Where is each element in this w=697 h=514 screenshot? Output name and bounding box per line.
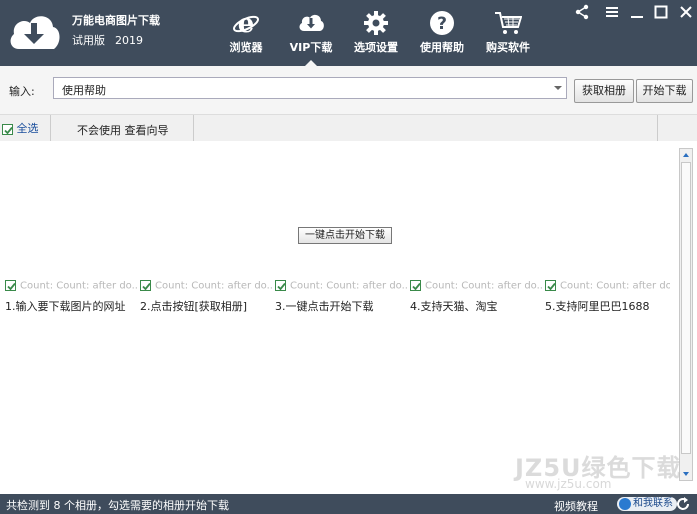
nav-buy[interactable]: 购买软件: [482, 0, 534, 66]
url-input-value: 使用帮助: [62, 84, 106, 97]
album-header: Count: Count: after do...: [5, 280, 137, 296]
one-click-download-button[interactable]: 一键点击开始下载: [298, 227, 392, 244]
nav-vip-download[interactable]: VIP下载: [287, 0, 335, 66]
maximize-icon[interactable]: [653, 4, 669, 20]
svg-text:?: ?: [437, 14, 447, 34]
album-checkbox[interactable]: [140, 280, 151, 291]
app-title: 万能电商图片下载: [72, 14, 160, 27]
album-checkbox[interactable]: [545, 280, 556, 291]
scroll-up-icon[interactable]: [681, 150, 691, 160]
fetch-album-button[interactable]: 获取相册: [574, 79, 634, 103]
album-title: 3.一键点击开始下载: [275, 300, 374, 313]
video-tutorial-link[interactable]: 视频教程: [554, 498, 598, 514]
album-item[interactable]: Count: Count: after do... 5.支持阿里巴巴1688: [545, 280, 670, 314]
nav-help[interactable]: ? 使用帮助: [417, 0, 467, 66]
nav-browser-label: 浏览器: [229, 41, 263, 54]
list-header: 全选 不会使用 查看向导: [0, 115, 697, 142]
scroll-down-icon[interactable]: [681, 469, 691, 479]
nav-options-label: 选项设置: [354, 41, 398, 54]
input-label: 输入:: [9, 85, 35, 98]
vertical-scrollbar[interactable]: [679, 148, 693, 481]
contact-label: 和我联系: [633, 498, 673, 509]
guide-link[interactable]: 不会使用 查看向导: [77, 122, 169, 138]
album-title: 5.支持阿里巴巴1688: [545, 300, 650, 313]
cloud-download-logo-icon: [10, 16, 60, 50]
album-item[interactable]: Count: Count: after do... 4.支持天猫、淘宝: [410, 280, 542, 314]
album-count-placeholder: Count: Count: after do...: [155, 280, 272, 292]
status-bar: 共检测到 8 个相册，勾选需要的相册开始下载 视频教程 和我联系: [0, 494, 697, 514]
divider: [50, 115, 51, 141]
minimize-icon[interactable]: [629, 4, 645, 20]
start-download-button[interactable]: 开始下载: [636, 79, 693, 103]
edition-label: 试用版: [72, 34, 105, 47]
title-bar: 万能电商图片下载 试用版 2019 e 浏览器 VIP下载 选项设置 ? 使用帮…: [0, 0, 697, 66]
album-title: 2.点击按钮[获取相册]: [140, 300, 248, 313]
album-checkbox[interactable]: [275, 280, 286, 291]
refresh-icon[interactable]: [675, 496, 691, 512]
album-header: Count: Count: after do...: [275, 280, 407, 296]
checkbox-icon: [2, 123, 13, 135]
album-header: Count: Count: after do...: [410, 280, 542, 296]
cart-icon: [495, 12, 522, 34]
qq-icon: [619, 498, 631, 510]
close-icon[interactable]: [678, 4, 694, 20]
album-header: Count: Count: after do...: [545, 280, 670, 296]
album-item[interactable]: Count: Count: after do... 1.输入要下载图片的网址: [5, 280, 137, 314]
album-item[interactable]: Count: Count: after do... 3.一键点击开始下载: [275, 280, 407, 314]
divider: [657, 115, 658, 141]
watermark-url: www.jz5u.com: [525, 477, 612, 491]
cloud-download-icon: [299, 14, 324, 31]
album-header: Count: Count: after do...: [140, 280, 272, 296]
scroll-thumb[interactable]: [681, 162, 691, 454]
album-count-placeholder: Count: Count: after do...: [425, 280, 542, 292]
nav-browser[interactable]: e 浏览器: [224, 0, 268, 66]
nav-options[interactable]: 选项设置: [351, 0, 401, 66]
album-title: 1.输入要下载图片的网址: [5, 300, 126, 313]
help-icon: ?: [430, 11, 454, 35]
nav-help-label: 使用帮助: [420, 41, 464, 54]
app-edition: 试用版 2019: [72, 32, 153, 48]
album-item[interactable]: Count: Count: after do... 2.点击按钮[获取相册]: [140, 280, 272, 314]
dropdown-arrow-icon[interactable]: [554, 86, 562, 90]
album-count-placeholder: Count: Count: after do...: [560, 280, 670, 292]
nav-vip-download-label: VIP下载: [289, 41, 333, 54]
nav-buy-label: 购买软件: [486, 41, 530, 54]
album-area: [0, 141, 697, 494]
album-count-placeholder: Count: Count: after do...: [290, 280, 407, 292]
album-checkbox[interactable]: [410, 280, 421, 291]
gear-icon: [364, 11, 388, 35]
album-count-placeholder: Count: Count: after do...: [20, 280, 137, 292]
album-checkbox[interactable]: [5, 280, 16, 291]
edition-year: 2019: [115, 34, 143, 47]
svg-text:e: e: [238, 9, 255, 37]
divider: [193, 115, 194, 141]
share-icon[interactable]: [574, 4, 590, 20]
select-all-label: 全选: [16, 122, 39, 135]
menu-icon[interactable]: [604, 4, 620, 20]
album-title: 4.支持天猫、淘宝: [410, 300, 498, 313]
url-input[interactable]: 使用帮助: [53, 77, 567, 99]
status-text: 共检测到 8 个相册，勾选需要的相册开始下载: [6, 499, 229, 512]
contact-button[interactable]: 和我联系: [617, 497, 677, 511]
browser-icon: e: [233, 9, 259, 37]
select-all-checkbox[interactable]: 全选: [2, 120, 39, 136]
